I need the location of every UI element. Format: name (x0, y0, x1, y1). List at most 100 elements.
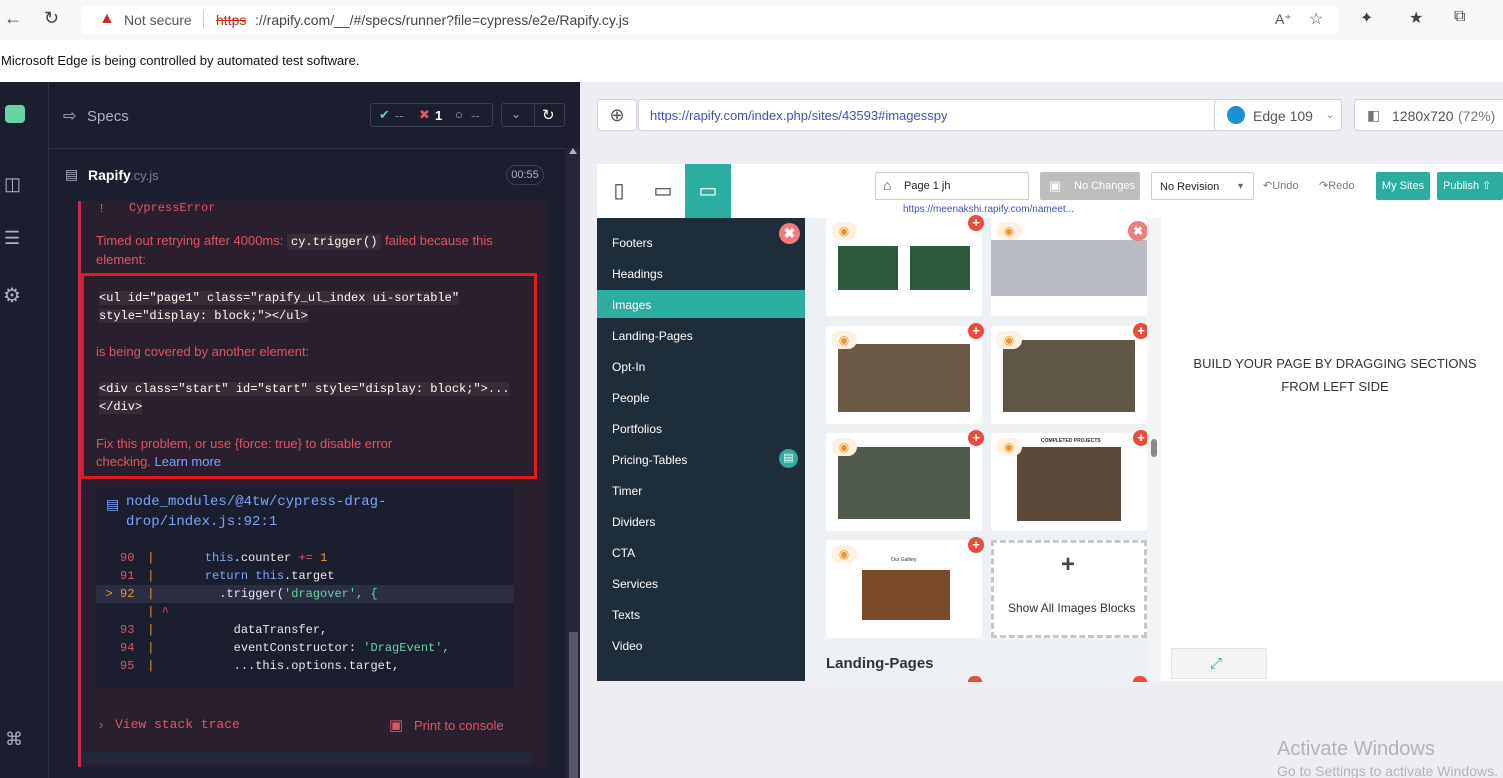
image-block-4[interactable]: ◉ (991, 326, 1147, 424)
save-icon: ▣ (1049, 178, 1062, 193)
preview-eye-icon[interactable]: ◉ (996, 331, 1022, 349)
mobile-view-icon[interactable]: ▯ (597, 164, 641, 218)
upload-icon: ⇧ (1482, 180, 1492, 192)
close-icon[interactable]: ✖ (1128, 221, 1148, 241)
category-item[interactable]: Footers (612, 236, 653, 250)
show-all-images-button[interactable]: + Show All Images Blocks (991, 540, 1147, 638)
category-item[interactable]: Timer (612, 484, 642, 498)
covering-element-code: <div class="start" id="start" style="dis… (99, 382, 510, 414)
view-stack-trace[interactable]: View stack trace (115, 717, 240, 732)
tablet-view-icon[interactable]: ▭ (641, 164, 685, 218)
category-item[interactable]: People (612, 391, 649, 405)
preview-eye-icon[interactable]: ◉ (831, 545, 857, 563)
keyboard-shortcut-icon[interactable]: ⌘ (5, 729, 23, 750)
error-element-code: <ul id="page1" class="rapify_ul_index ui… (99, 291, 460, 323)
automation-banner: Microsoft Edge is being controlled by au… (0, 40, 1503, 82)
app-frame: ▯ ▭ ▭ ⌂ Page 1 jh ▣ No Changes No Revisi… (597, 164, 1503, 682)
code-frame: ▤ node_modules/@4tw/cypress-drag-drop/in… (96, 489, 514, 687)
preview-eye-icon[interactable]: ◉ (996, 222, 1022, 240)
print-to-console[interactable]: Print to console (414, 718, 504, 733)
code-line: 95 | ...this.options.target, (120, 659, 400, 673)
preview-eye-icon[interactable]: ◉ (831, 222, 857, 240)
preview-eye-icon[interactable]: ◉ (831, 331, 857, 349)
warning-icon: ▲ (99, 10, 115, 27)
my-sites-button[interactable]: My Sites (1376, 172, 1430, 200)
preview-eye-icon[interactable]: ◉ (996, 438, 1022, 456)
extensions-icon[interactable]: ✦ (1360, 8, 1373, 28)
runner-icon[interactable]: ◫ (4, 174, 21, 195)
address-bar[interactable]: ▲ Not secure https ://rapify.com/__/#/sp… (81, 6, 1339, 34)
category-item[interactable]: Headings (612, 267, 663, 281)
refresh-icon[interactable]: ↻ (44, 8, 59, 29)
category-item[interactable]: Portfolios (612, 422, 662, 436)
specs-label[interactable]: Specs (87, 108, 129, 125)
horizontal-scrollbar[interactable] (81, 751, 533, 764)
image-block-2[interactable]: ◉ (991, 218, 1147, 316)
undo-button[interactable]: ↶Undo (1263, 179, 1299, 192)
back-icon[interactable]: ← (4, 8, 22, 29)
pending-count: -- (471, 108, 480, 123)
add-block-icon[interactable]: + (968, 537, 984, 553)
category-item[interactable]: Opt-In (612, 360, 645, 374)
category-item[interactable]: CTA (612, 546, 635, 560)
section-heading: Landing-Pages (826, 655, 934, 672)
category-item[interactable]: Services (612, 577, 658, 591)
image-block-1[interactable]: ◉ (826, 218, 982, 316)
chevron-down-icon[interactable]: ⌄ (511, 107, 521, 121)
spec-file-name: Rapify (88, 167, 131, 183)
no-changes-button[interactable]: ▣ No Changes (1040, 172, 1140, 200)
favorites-icon[interactable]: ★ (1409, 8, 1423, 28)
expand-chevron-icon[interactable]: › (99, 717, 103, 732)
cypress-logo-icon[interactable] (5, 105, 25, 123)
site-link[interactable]: https://meenakshi.rapify.com/nameet... (903, 204, 1074, 215)
page-selector[interactable]: ⌂ Page 1 jh (875, 172, 1029, 200)
page-canvas[interactable]: BUILD YOUR PAGE BY DRAGGING SECTIONS FRO… (1165, 218, 1503, 681)
not-secure-label: Not secure (124, 12, 192, 28)
category-item-active[interactable]: Images (612, 298, 651, 312)
browser-selector[interactable]: Edge 109 ⌄ (1214, 99, 1342, 131)
viewport-selector[interactable]: ◧ 1280x720 (72%) (1354, 99, 1503, 131)
settings-icon[interactable]: ⚙ (3, 283, 21, 308)
list-icon[interactable]: ☰ (4, 228, 20, 249)
read-aloud-icon[interactable]: A⁺ (1275, 11, 1292, 28)
our-gallery-label: Our Gallery (891, 557, 917, 563)
file-link[interactable]: node_modules/@4tw/cypress-drag-drop/inde… (126, 492, 494, 532)
add-block-icon[interactable]: + (968, 323, 984, 339)
favorite-icon[interactable]: ☆ (1309, 9, 1323, 29)
collections-icon[interactable]: ⧉ (1454, 8, 1465, 26)
document-icon[interactable]: ▤ (779, 449, 798, 468)
revision-select[interactable]: No Revision ▾ (1151, 172, 1254, 200)
activate-windows-subtitle: Go to Settings to activate Windows. (1277, 763, 1498, 778)
aut-url-bar[interactable]: https://rapify.com/index.php/sites/43593… (638, 99, 1243, 131)
publish-button[interactable]: Publish ⇧ (1437, 172, 1503, 200)
plus-icon: + (1061, 551, 1076, 578)
code-lines: 90 | this.counter += 1 91 | return this.t… (96, 549, 514, 675)
blocks-gallery: ◉ + ◉ ✖ ◉ + ◉ + ◉ + COMPLETED PROJECTS ◉… (805, 215, 1161, 682)
error-message: Timed out retrying after 4000ms: cy.trig… (96, 233, 493, 267)
redo-button[interactable]: ↷Redo (1319, 179, 1355, 192)
learn-more-link[interactable]: Learn more (155, 454, 221, 469)
category-item[interactable]: Video (612, 639, 642, 653)
close-sidebar-icon[interactable]: ✖ (779, 223, 800, 244)
category-item[interactable]: Landing-Pages (612, 329, 693, 343)
reporter-scrollbar[interactable] (566, 148, 581, 778)
image-block-5[interactable]: ◉ (826, 433, 982, 531)
gallery-scrollbar[interactable] (1147, 218, 1161, 681)
selector-playground-icon[interactable]: ⊕ (597, 99, 637, 131)
category-item[interactable]: Texts (612, 608, 640, 622)
add-block-icon[interactable]: + (968, 430, 984, 446)
file-link-icon: ▤ (106, 496, 120, 512)
rerun-icon[interactable]: ↻ (542, 106, 555, 124)
image-block-6[interactable]: COMPLETED PROJECTS ◉ (991, 433, 1147, 531)
pending-icon: ○ (455, 107, 463, 122)
category-item[interactable]: Dividers (612, 515, 655, 529)
desktop-view-icon[interactable]: ▭ (685, 164, 731, 218)
category-item[interactable]: Pricing-Tables (612, 453, 687, 467)
image-block-3[interactable]: ◉ (826, 326, 982, 424)
chevron-down-icon: ⌄ (1325, 107, 1336, 121)
fullscreen-button[interactable]: ⤢ (1171, 648, 1267, 679)
add-block-icon[interactable]: + (968, 215, 984, 231)
image-block-7[interactable]: Our Gallery ◉ (826, 540, 982, 638)
specs-icon[interactable]: ⇨ (63, 106, 76, 126)
preview-eye-icon[interactable]: ◉ (831, 438, 857, 456)
